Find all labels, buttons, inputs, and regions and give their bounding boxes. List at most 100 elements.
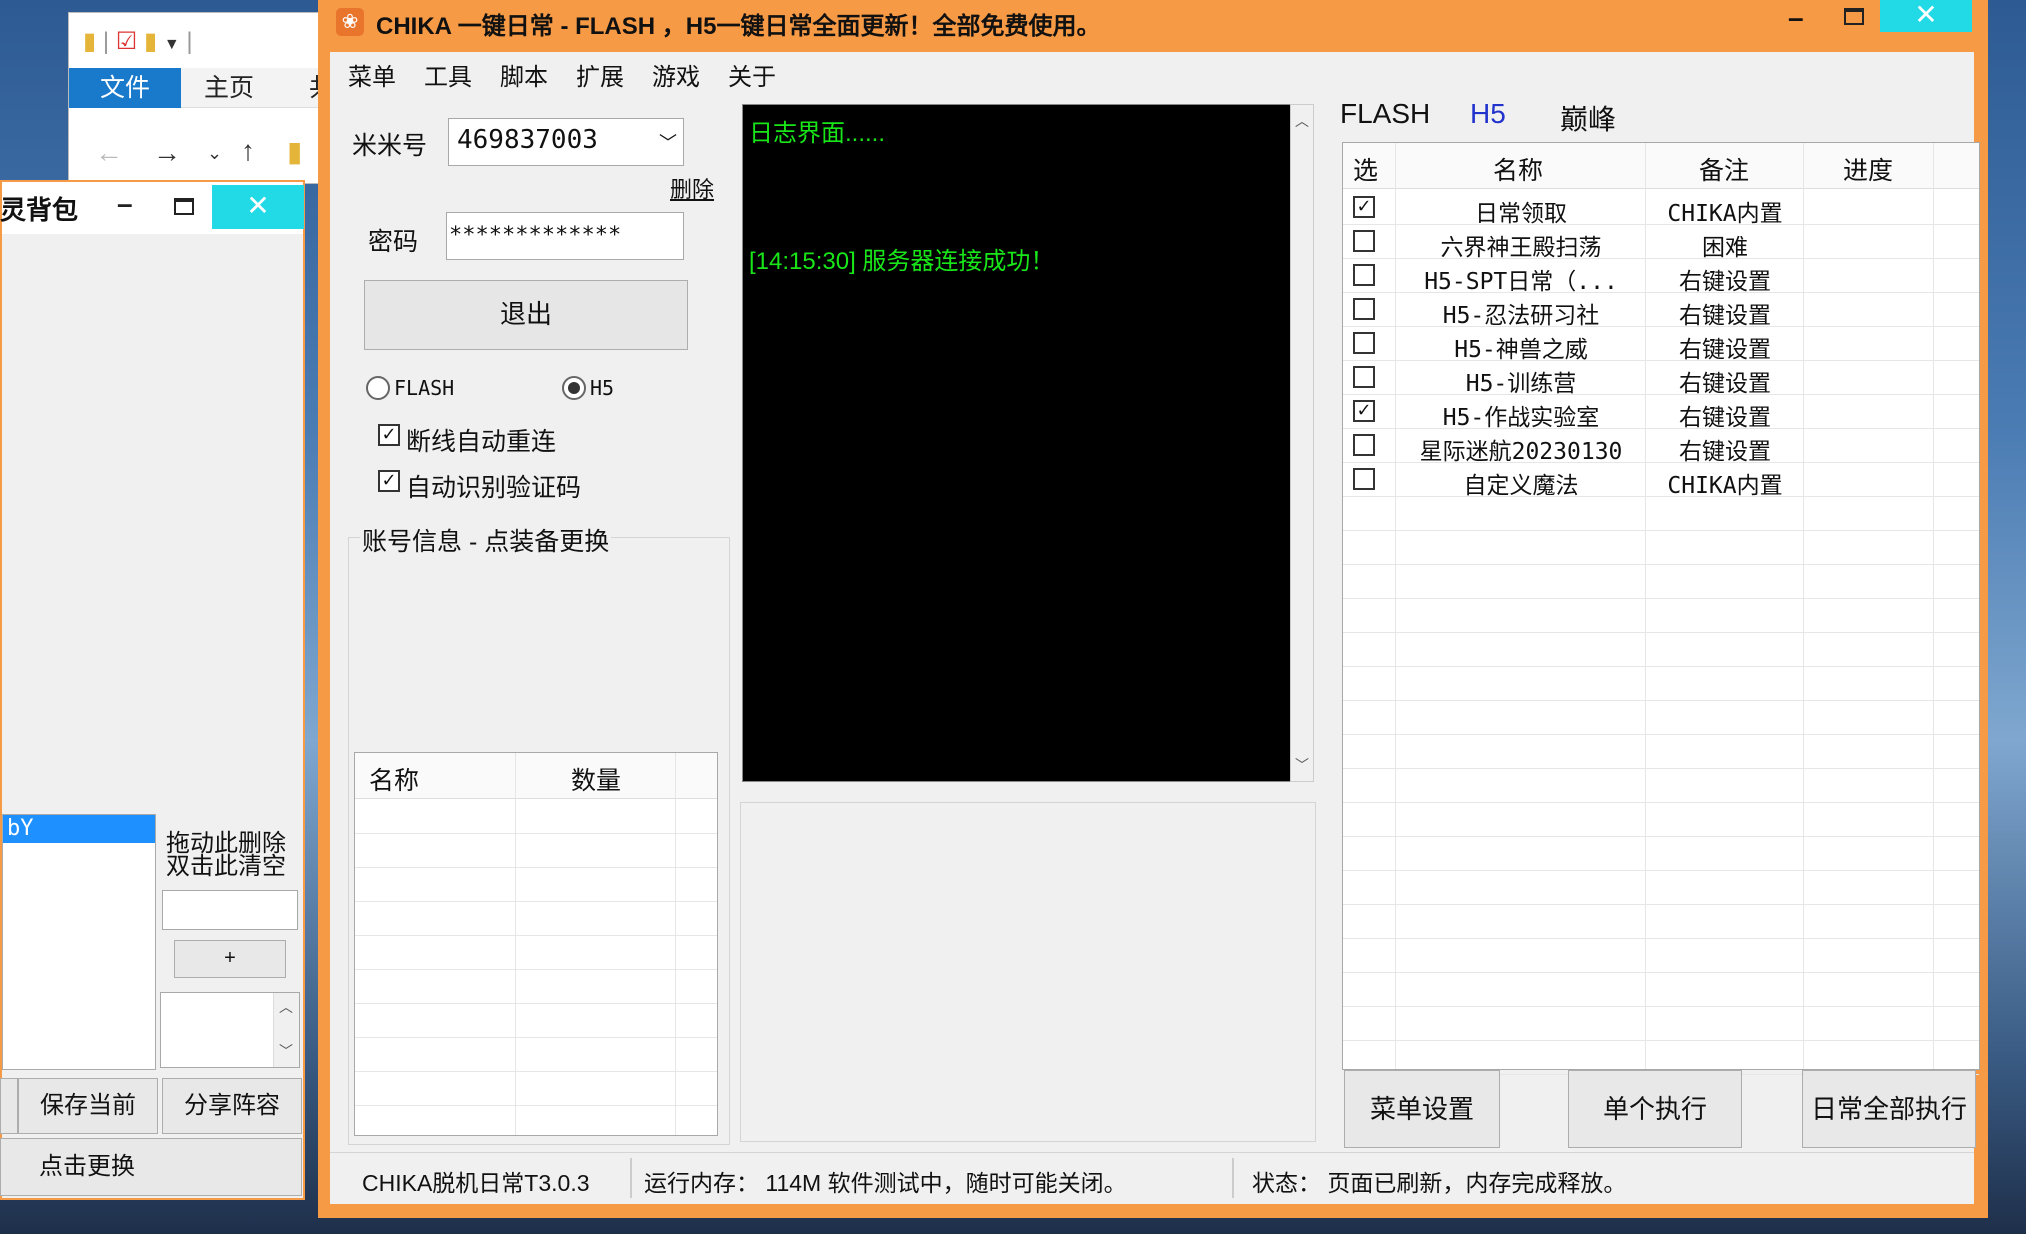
quick-access-toolbar[interactable]: ▮ | ☑ ▮ ▼ | [83,27,193,56]
app-logo-icon: ❀ [336,8,364,36]
tab-flash[interactable]: FLASH [1340,98,1430,130]
back-arrow-icon[interactable]: ← [95,137,123,169]
menu-item-tools[interactable]: 工具 [424,57,472,92]
task-checkbox[interactable] [1353,332,1375,354]
task-checkbox[interactable]: ✓ [1353,400,1375,422]
task-name: H5-忍法研习社 [1442,303,1600,329]
menu-item-extensions[interactable]: 扩展 [576,57,624,92]
task-row[interactable]: H5-神兽之威 右键设置 [1343,327,1979,363]
log-scrollbar[interactable]: ︿ ﹀ [1290,104,1314,782]
forward-arrow-icon[interactable]: → [153,137,181,169]
add-button[interactable]: + [174,940,286,978]
radio-flash-label[interactable]: FLASH [394,376,454,400]
delete-account-link[interactable]: 删除 [670,172,714,204]
task-note: 右键设置 [1679,269,1771,295]
task-name: H5-训练营 [1465,371,1577,397]
task-row[interactable]: 六界神王殿扫荡 困难 [1343,225,1979,261]
task-row[interactable]: H5-SPT日常（... 右键设置 [1343,259,1979,295]
logout-button[interactable]: 退出 [364,280,688,350]
task-checkbox[interactable] [1353,230,1375,252]
notes-box[interactable]: ︿ ﹀ [160,992,300,1068]
minimize-icon[interactable]: – [117,188,133,220]
task-note: CHIKA内置 [1667,201,1783,227]
auto-captcha-checkbox[interactable]: ✓ [378,470,400,492]
main-client-area: 菜单 工具 脚本 扩展 游戏 关于 米米号 469837003 ﹀ 删除 密码 … [330,52,1980,1204]
up-arrow-icon[interactable]: ↑ [241,135,255,167]
task-row[interactable]: H5-训练营 右键设置 [1343,361,1979,397]
menu-item-about[interactable]: 关于 [728,57,776,92]
maximize-icon[interactable] [174,198,194,215]
menu-item-games[interactable]: 游戏 [652,57,700,92]
account-value: 469837003 [457,125,598,155]
menu-settings-button[interactable]: 菜单设置 [1344,1070,1500,1148]
properties-icon[interactable]: ☑ [116,27,138,56]
task-checkbox[interactable] [1353,298,1375,320]
new-folder-icon[interactable]: ▮ [144,27,157,56]
radio-h5-label[interactable]: H5 [590,376,614,400]
task-row[interactable]: ✓ H5-作战实验室 右键设置 [1343,395,1979,431]
task-checkbox[interactable] [1353,366,1375,388]
task-note: 困难 [1702,235,1748,261]
task-checkbox[interactable] [1353,434,1375,456]
click-replace-button[interactable]: 点击更换 [0,1138,302,1196]
team-name-input[interactable] [162,890,298,930]
scroll-up-icon[interactable]: ︿ [279,997,293,1017]
log-console[interactable]: 日志界面...... [14:15:30] 服务器连接成功！ [742,104,1314,782]
close-icon[interactable]: ✕ [212,185,304,229]
task-checkbox[interactable]: ✓ [1353,196,1375,218]
task-table-header: 选 名称 备注 进度 [1343,143,1979,189]
team-list[interactable]: bY [2,814,156,1070]
scroll-down-icon[interactable]: ﹀ [279,1041,293,1061]
task-table[interactable]: 选 名称 备注 进度 ✓ 日常领取 CHIKA内置 六界神王殿扫荡 困难 H5-SPT日常… [1342,142,1980,1075]
scroll-up-icon[interactable]: ︿ [1295,111,1309,131]
share-team-button[interactable]: 分享阵容 [162,1078,302,1134]
column-header-count[interactable]: 数量 [571,761,621,797]
column-header-select[interactable]: 选 [1353,151,1378,187]
task-note: 右键设置 [1679,303,1771,329]
radio-flash[interactable] [366,376,390,400]
single-run-button[interactable]: 单个执行 [1568,1070,1742,1148]
task-row[interactable]: ✓ 日常领取 CHIKA内置 [1343,191,1979,227]
equipment-table[interactable]: 名称 数量 [354,752,718,1136]
auto-reconnect-label[interactable]: 断线自动重连 [406,422,556,458]
recent-chevron-icon[interactable]: ⌄ [207,143,222,164]
chevron-down-icon[interactable]: ▼ [164,36,180,54]
chevron-down-icon[interactable]: ﹀ [659,129,677,155]
task-name: 自定义魔法 [1463,473,1579,499]
run-all-daily-button[interactable]: 日常全部执行 [1802,1070,1976,1148]
close-icon[interactable]: ✕ [1880,0,1972,32]
column-header-name[interactable]: 名称 [1493,151,1543,187]
auto-captcha-label[interactable]: 自动识别验证码 [406,468,581,504]
tab-h5[interactable]: H5 [1470,98,1506,130]
password-input[interactable]: ************* [446,212,684,260]
scroll-down-icon[interactable]: ﹀ [1295,755,1309,775]
scrollbar[interactable]: ︿ ﹀ [273,993,299,1067]
partial-button[interactable] [0,1078,18,1134]
folder-icon[interactable]: ▮ [83,27,96,56]
tab-peak[interactable]: 巅峰 [1560,98,1616,138]
menu-item-menu[interactable]: 菜单 [348,57,396,92]
tab-file[interactable]: 文件 [69,68,181,108]
menu-item-scripts[interactable]: 脚本 [500,57,548,92]
list-item-selected[interactable]: bY [3,815,155,843]
auto-reconnect-checkbox[interactable]: ✓ [378,424,400,446]
save-current-button[interactable]: 保存当前 [18,1078,158,1134]
task-row[interactable]: H5-忍法研习社 右键设置 [1343,293,1979,329]
bag-window-titlebar[interactable]: 精灵背包 – ✕ [0,182,304,234]
task-row[interactable]: 自定义魔法 CHIKA内置 [1343,463,1979,499]
task-row[interactable]: 星际迷航20230130 右键设置 [1343,429,1979,465]
column-header-name[interactable]: 名称 [369,761,419,797]
log-title: 日志界面...... [749,120,886,147]
column-header-note[interactable]: 备注 [1699,151,1749,187]
minimize-icon[interactable]: – [1788,2,1804,34]
task-checkbox[interactable] [1353,264,1375,286]
radio-h5[interactable] [562,376,586,400]
tab-home[interactable]: 主页 [204,68,254,108]
task-checkbox[interactable] [1353,468,1375,490]
account-select[interactable]: 469837003 ﹀ [448,118,684,166]
task-name: H5-神兽之威 [1454,337,1588,363]
column-header-progress[interactable]: 进度 [1843,151,1893,187]
task-note: 右键设置 [1679,337,1771,363]
maximize-icon[interactable] [1844,8,1864,25]
password-label: 密码 [368,228,419,256]
